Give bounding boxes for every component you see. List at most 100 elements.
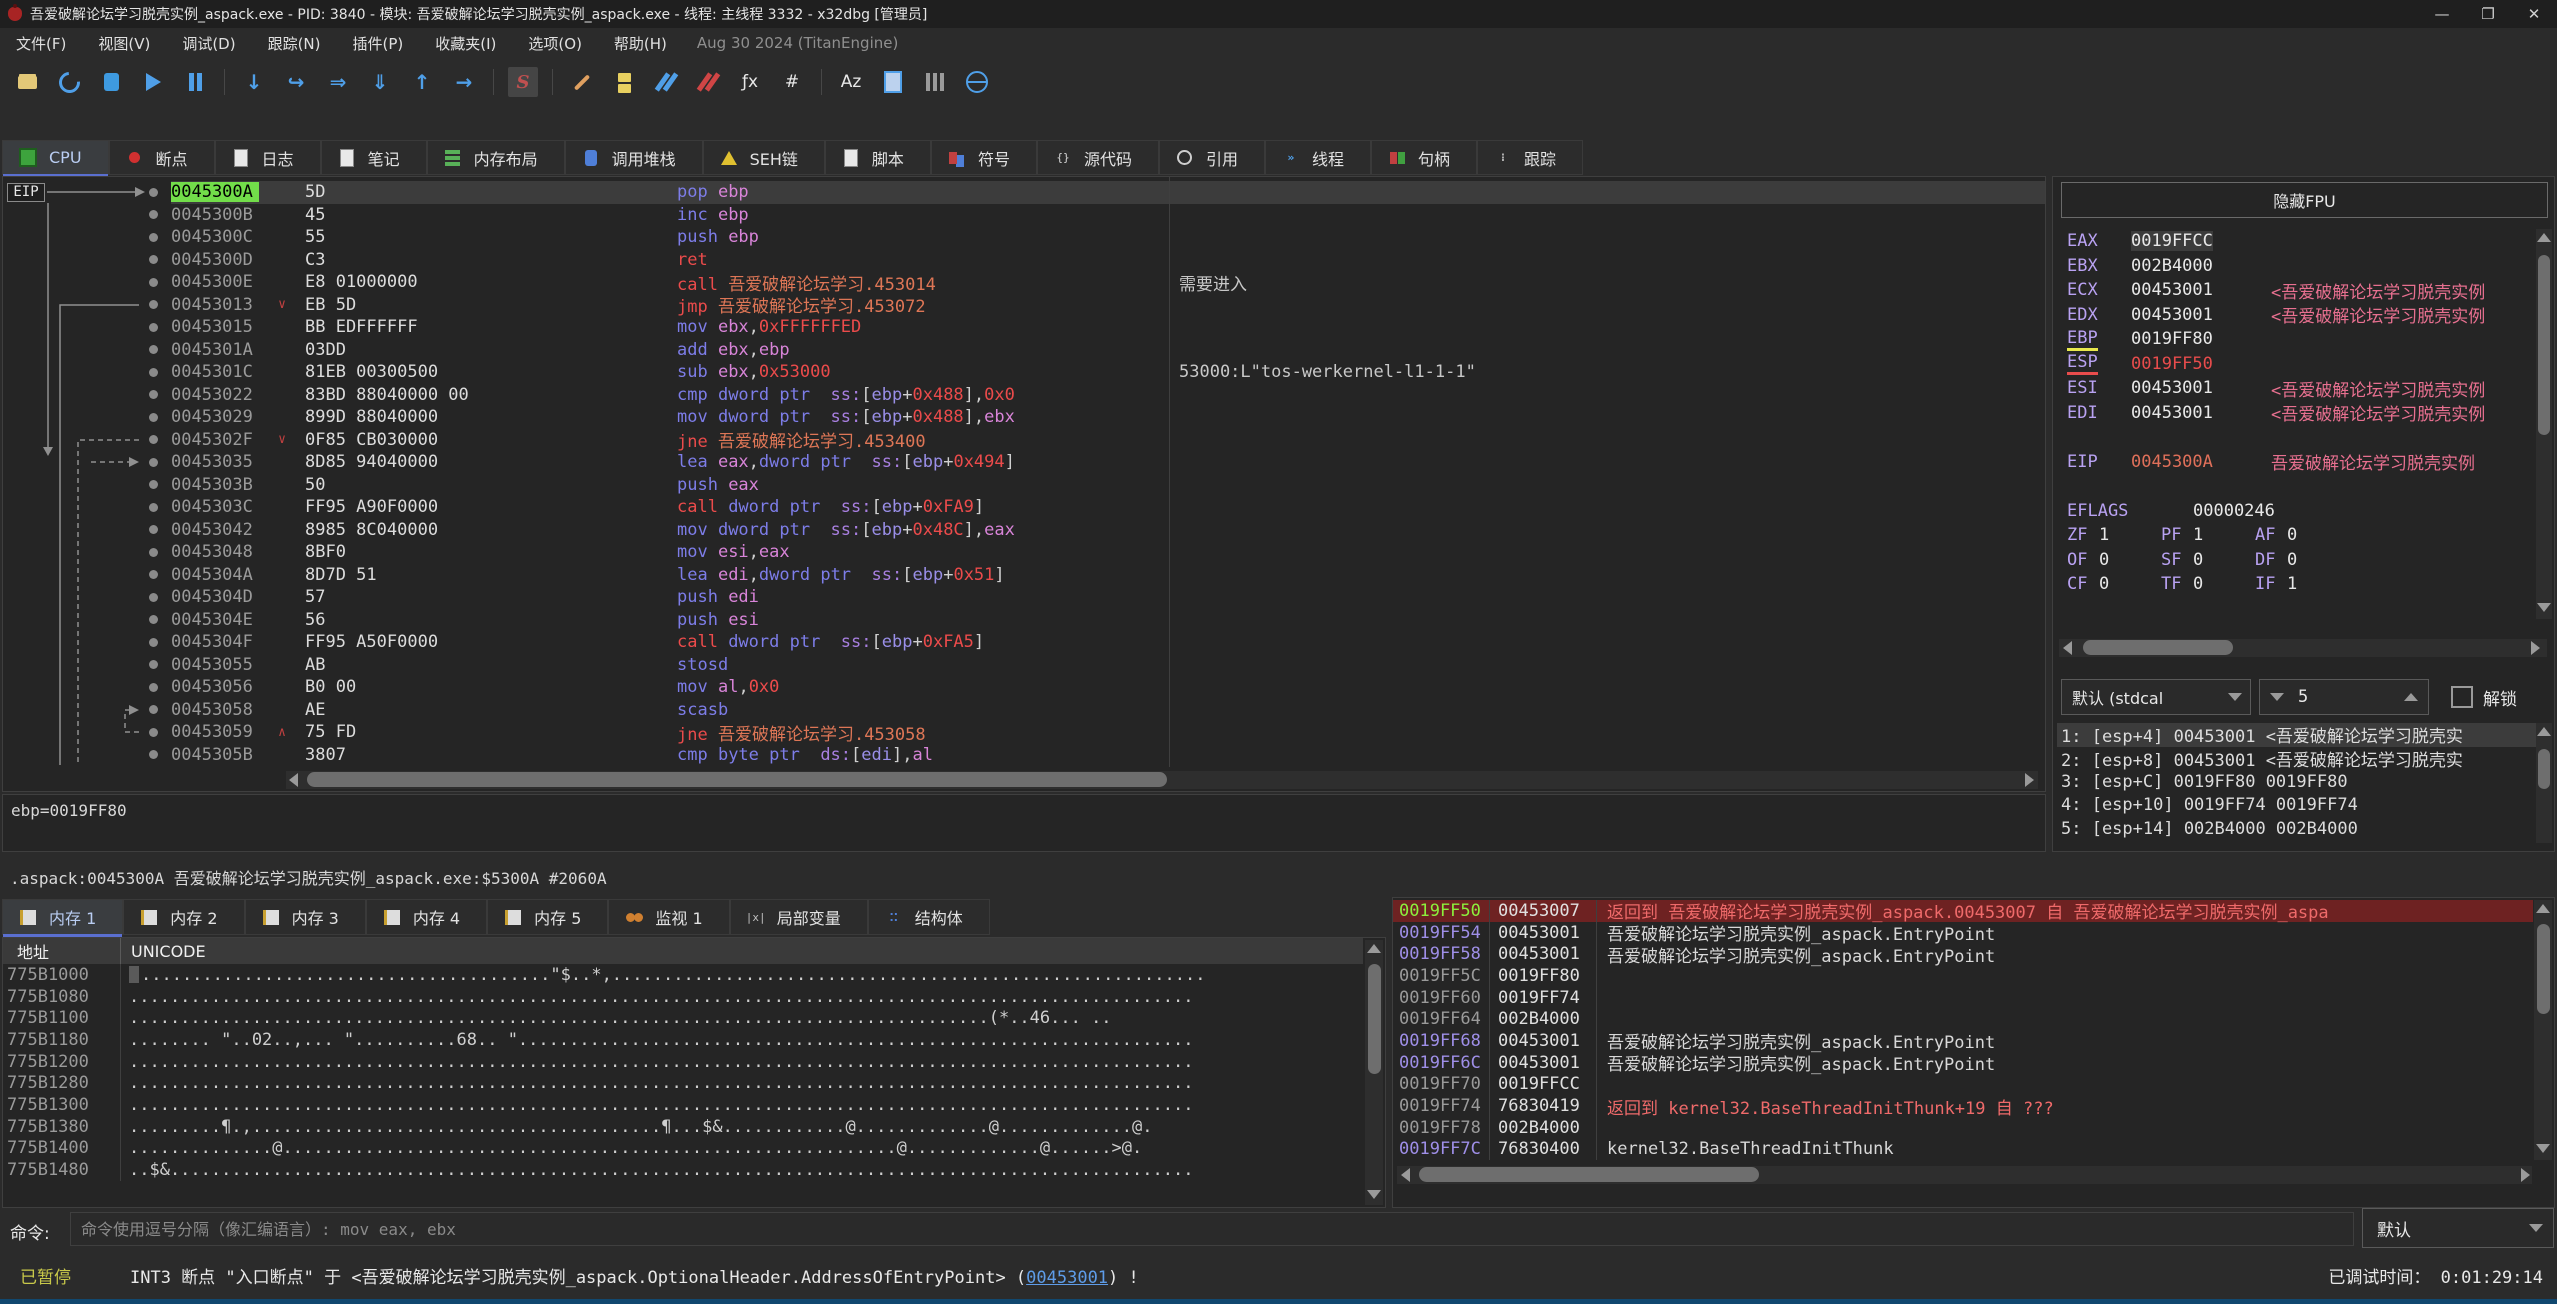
tab-引用[interactable]: 引用: [1158, 140, 1265, 175]
tab-内存 3[interactable]: 内存 3: [244, 899, 366, 935]
stack-hscroll-thumb[interactable]: [1419, 1167, 1759, 1182]
strings-az-icon[interactable]: Az: [836, 67, 866, 97]
disasm-row[interactable]: 00453056 B0 00 mov al,0x0: [3, 676, 2045, 699]
memory-row[interactable]: 775B1100................................…: [3, 1007, 1363, 1030]
tab-调用堆栈[interactable]: 调用堆栈: [564, 140, 703, 175]
stack-row[interactable]: 0019FF70 0019FFCC: [1393, 1073, 2533, 1096]
breakpoint-dot[interactable]: [149, 232, 171, 242]
stack-row[interactable]: 0019FF68 00453001 吾爱破解论坛学习脱壳实例_aspack.Entr…: [1393, 1030, 2533, 1053]
memory-row[interactable]: 775B1380 .........¶.,....................…: [3, 1115, 1363, 1138]
tab-断点[interactable]: 断点: [108, 140, 215, 175]
scroll-down-arrow[interactable]: [1367, 1190, 1381, 1199]
spinner-down-icon[interactable]: [2270, 693, 2284, 701]
scroll-right-arrow[interactable]: [2521, 1168, 2530, 1182]
breakpoint-dot[interactable]: [149, 435, 171, 445]
register-row[interactable]: [2053, 474, 2533, 499]
disasm-row[interactable]: 0045300D C3 ret: [3, 249, 2045, 272]
tab-线程[interactable]: » 线程: [1264, 140, 1371, 175]
close-button[interactable]: ✕: [2511, 0, 2557, 28]
tab-脚本[interactable]: 脚本: [824, 140, 931, 175]
scroll-right-arrow[interactable]: [2025, 773, 2034, 787]
breakpoint-dot[interactable]: [149, 367, 171, 377]
breakpoint-dot[interactable]: [149, 727, 171, 737]
internet-globe-icon[interactable]: [962, 67, 992, 97]
menu-item-文件(F)[interactable]: 文件(F): [0, 31, 82, 57]
breakpoint-dot[interactable]: [149, 547, 171, 557]
registers-pane[interactable]: 隐藏FPU EAX 0019FFCC EBX 002B4000 ECX 00453001 <…: [2052, 176, 2555, 852]
menu-item-调试(D)[interactable]: 调试(D): [166, 31, 251, 57]
tab-SEH链[interactable]: SEH链: [702, 140, 825, 175]
disasm-row[interactable]: 00453015 BB EDFFFFFF mov ebx,0xFFFFFFED: [3, 316, 2045, 339]
call-argument-row[interactable]: 1: [esp+4] 00453001 <吾爱破解论坛学习脱壳实: [2057, 723, 2537, 747]
register-row[interactable]: EBP 0019FF80: [2053, 327, 2533, 352]
disasm-row[interactable]: 0045302F ∨ 0F85 CB030000 jne 吾爱破解论坛学习.45340…: [3, 429, 2045, 452]
breakpoint-dot[interactable]: [149, 615, 171, 625]
memory-row[interactable]: 775B1480 ..$&............................…: [3, 1159, 1363, 1181]
disasm-row[interactable]: 0045301A 03DD add ebx,ebp: [3, 339, 2045, 362]
stack-row[interactable]: 0019FF60 0019FF74: [1393, 986, 2533, 1009]
register-row[interactable]: ECX 00453001 <吾爱破解论坛学习脱壳实例: [2053, 278, 2533, 303]
tab-跟踪[interactable]: ⁝ 跟踪: [1477, 140, 1584, 175]
disasm-row[interactable]: 00453059 ∧ 75 FD jne 吾爱破解论坛学习.453058: [3, 721, 2045, 745]
scroll-down-arrow[interactable]: [2537, 603, 2551, 612]
scroll-left-arrow[interactable]: [289, 773, 298, 787]
default-dropdown[interactable]: 默认: [2362, 1208, 2554, 1248]
disasm-row[interactable]: 0045300A 5D pop ebp: [3, 181, 2045, 204]
tab-句柄[interactable]: 句柄: [1371, 140, 1478, 175]
breakpoint-dot[interactable]: [149, 345, 171, 355]
disasm-row[interactable]: 00453013 ∨ EB 5D jmp 吾爱破解论坛学习.453072: [3, 294, 2045, 317]
disasm-row[interactable]: 0045304E 56 push esi: [3, 609, 2045, 632]
tab-内存 5[interactable]: 内存 5: [487, 899, 609, 935]
scroll-up-arrow[interactable]: [2536, 904, 2550, 913]
breakpoint-dot[interactable]: [149, 390, 171, 400]
disasm-row[interactable]: 0045303B 50 push eax: [3, 474, 2045, 497]
menu-item-选项(O)[interactable]: 选项(O): [512, 31, 598, 57]
scroll-down-arrow[interactable]: [2536, 1144, 2550, 1153]
disasm-row[interactable]: 0045304A 8D7D 51 lea edi,dword ptr ss:[ebp…: [3, 564, 2045, 587]
disasm-row[interactable]: 0045300B 45 inc ebp: [3, 204, 2045, 227]
breakpoint-dot[interactable]: [149, 660, 171, 670]
menu-item-收藏夹(I)[interactable]: 收藏夹(I): [419, 31, 512, 57]
breakpoint-dot[interactable]: [149, 682, 171, 692]
disasm-row[interactable]: 00453042 8985 8C040000 mov dword ptr ss:[e…: [3, 519, 2045, 542]
calling-convention-dropdown[interactable]: 默认 (stdcal: [2061, 679, 2251, 715]
tab-监视 1[interactable]: 监视 1: [608, 899, 730, 935]
stack-vscroll-thumb[interactable]: [2537, 924, 2550, 1014]
flags-row[interactable]: CF 0 TF 0 IF 1: [2053, 572, 2533, 597]
memory-row[interactable]: 775B1280................................…: [3, 1072, 1363, 1095]
memory-row[interactable]: 775B1300................................…: [3, 1094, 1363, 1116]
scroll-up-arrow[interactable]: [2537, 727, 2551, 736]
register-row[interactable]: EDI 00453001 <吾爱破解论坛学习脱壳实例: [2053, 401, 2533, 426]
disasm-row[interactable]: 00453058 AE scasb: [3, 699, 2045, 722]
step-into-icon[interactable]: ↓: [239, 67, 269, 97]
memory-row[interactable]: 775B1180 ........ "..02..,... "..........…: [3, 1029, 1363, 1051]
register-row[interactable]: EFLAGS 00000246: [2053, 499, 2533, 524]
memory-vscroll-thumb[interactable]: [1368, 964, 1381, 1074]
stack-row[interactable]: 0019FF74 76830419 返回到 kernel32.BaseThreadI…: [1393, 1095, 2533, 1119]
disasm-row[interactable]: 00453022 83BD 88040000 00 cmp dword ptr ss…: [3, 384, 2045, 407]
breakpoint-dot[interactable]: [149, 637, 171, 647]
breakpoint-dot[interactable]: [149, 412, 171, 422]
disasm-row[interactable]: 00453029 899D 88040000 mov dword ptr ss:[e…: [3, 406, 2045, 429]
stack-row[interactable]: 0019FF54 00453001 吾爱破解论坛学习脱壳实例_aspack.Entr…: [1393, 921, 2533, 945]
script-doc-icon[interactable]: [878, 67, 908, 97]
tab-内存 2[interactable]: 内存 2: [123, 899, 245, 935]
memory-row[interactable]: 775B1200................................…: [3, 1050, 1363, 1073]
disassembly-pane[interactable]: EIP 0045300A5Dpop ebp0045300B45inc ebp00…: [2, 176, 2046, 792]
breakpoint-dot[interactable]: [149, 750, 171, 760]
register-row[interactable]: ESI 00453001 <吾爱破解论坛学习脱壳实例: [2053, 376, 2533, 401]
unlock-checkbox[interactable]: [2451, 686, 2473, 708]
scroll-up-arrow[interactable]: [1367, 944, 1381, 953]
animate-into-icon[interactable]: →: [449, 67, 479, 97]
breakpoint-dot[interactable]: [149, 502, 171, 512]
tab-笔记[interactable]: 笔记: [320, 140, 427, 175]
command-input[interactable]: [70, 1212, 2354, 1246]
disasm-row[interactable]: 00453055 AB stosd: [3, 654, 2045, 677]
stack-row[interactable]: 0019FF5C 0019FF80: [1393, 965, 2533, 987]
run-icon[interactable]: [138, 67, 168, 97]
disasm-row[interactable]: 0045303C FF95 A90F0000 call dword ptr ss:[…: [3, 496, 2045, 519]
memory-row[interactable]: 775B1080................................…: [3, 985, 1363, 1008]
step-out-icon[interactable]: ⇓: [365, 67, 395, 97]
menu-item-插件(P)[interactable]: 插件(P): [337, 31, 420, 57]
memory-row[interactable]: 775B1400 ..............@.................…: [3, 1137, 1363, 1160]
